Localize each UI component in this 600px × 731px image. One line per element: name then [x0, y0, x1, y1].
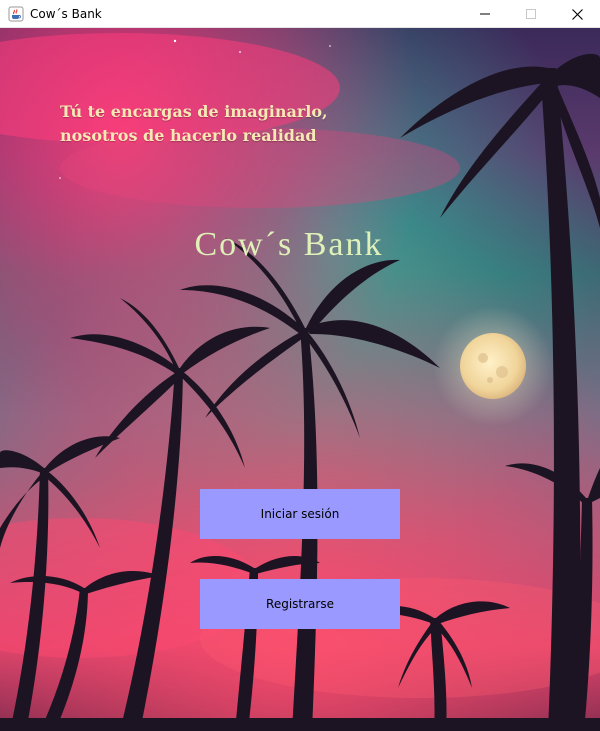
- bank-name-text: Cow´s Bank: [194, 226, 384, 263]
- tagline-line-1: Tú te encargas de imaginarlo,: [60, 102, 328, 121]
- java-cup-icon: [8, 6, 24, 22]
- bank-name-title: Cow´s Bank: [0, 226, 600, 264]
- maximize-icon: [526, 9, 536, 19]
- window-controls: [462, 0, 600, 28]
- app-window: Cow´s Bank Tú te encargas de imaginarlo,…: [0, 0, 600, 731]
- login-button[interactable]: Iniciar sesión: [200, 489, 400, 539]
- close-button[interactable]: [554, 0, 600, 28]
- register-button[interactable]: Registrarse: [200, 579, 400, 629]
- maximize-button[interactable]: [508, 0, 554, 28]
- main-panel: Tú te encargas de imaginarlo, nosotros d…: [0, 28, 600, 731]
- minimize-button[interactable]: [462, 0, 508, 28]
- close-icon: [571, 8, 583, 20]
- tagline: Tú te encargas de imaginarlo, nosotros d…: [60, 100, 380, 148]
- window-title: Cow´s Bank: [30, 6, 102, 21]
- minimize-icon: [480, 13, 490, 15]
- tagline-line-2: nosotros de hacerlo realidad: [60, 126, 317, 145]
- title-bar: Cow´s Bank: [0, 0, 600, 28]
